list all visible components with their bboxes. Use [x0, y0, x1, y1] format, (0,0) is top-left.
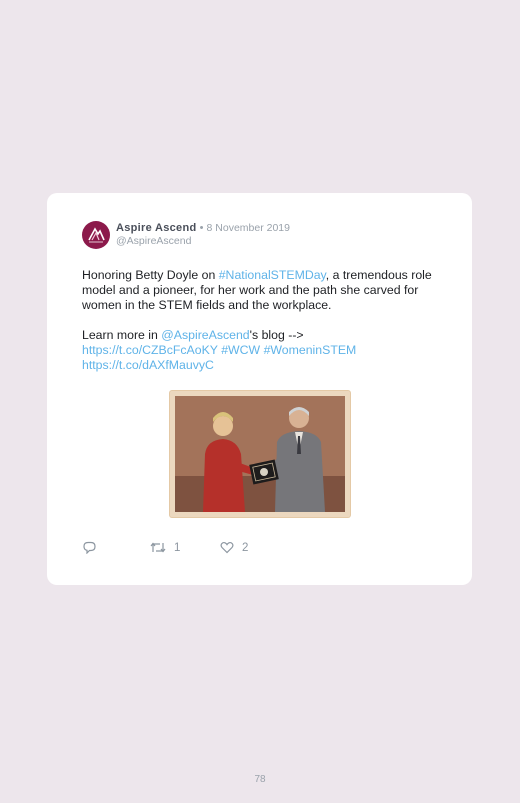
tweet-header: Aspire Ascend • 8 November 2019: [116, 222, 290, 234]
author-handle[interactable]: @AspireAscend: [116, 235, 191, 247]
page-number: 78: [254, 774, 266, 785]
photo-illustration: [175, 396, 345, 512]
separator-dot: •: [199, 222, 204, 234]
reply-button[interactable]: [82, 541, 97, 554]
reply-icon: [83, 541, 96, 554]
text-segment: Learn more in: [82, 328, 162, 342]
tweet-card: Aspire Ascend • 8 November 2019 @AspireA…: [47, 193, 472, 585]
retweet-count: 1: [174, 541, 181, 554]
text-segment: 's blog -->: [249, 328, 304, 342]
like-count: 2: [242, 541, 249, 554]
text-segment: Honoring Betty Doyle on: [82, 268, 219, 282]
like-button[interactable]: 2: [220, 541, 248, 554]
hashtag-link[interactable]: #WomeninSTEM: [264, 343, 357, 357]
tweet-photo[interactable]: [170, 391, 350, 517]
hashtag-link[interactable]: #NationalSTEMDay: [219, 268, 326, 282]
tweet-date[interactable]: 8 November 2019: [207, 222, 290, 234]
retweet-icon: [150, 542, 166, 553]
tweet-text: Honoring Betty Doyle on #NationalSTEMDay…: [82, 268, 452, 373]
tweet-paragraph-1: Honoring Betty Doyle on #NationalSTEMDay…: [82, 268, 452, 313]
heart-icon: [220, 541, 234, 554]
author-name[interactable]: Aspire Ascend: [116, 222, 197, 234]
url-link[interactable]: https://t.co/CZBcFcAoKY: [82, 343, 218, 357]
aspire-ascend-logo-icon: [88, 227, 105, 243]
photo-content: [175, 396, 345, 512]
retweet-button[interactable]: 1: [150, 541, 180, 554]
hashtag-link[interactable]: #WCW: [221, 343, 260, 357]
url-link[interactable]: https://t.co/dAXfMauvyC: [82, 358, 214, 372]
avatar[interactable]: [82, 221, 110, 249]
tweet-paragraph-2: Learn more in @AspireAscend's blog --> ht…: [82, 328, 452, 373]
mention-link[interactable]: @AspireAscend: [161, 328, 249, 342]
